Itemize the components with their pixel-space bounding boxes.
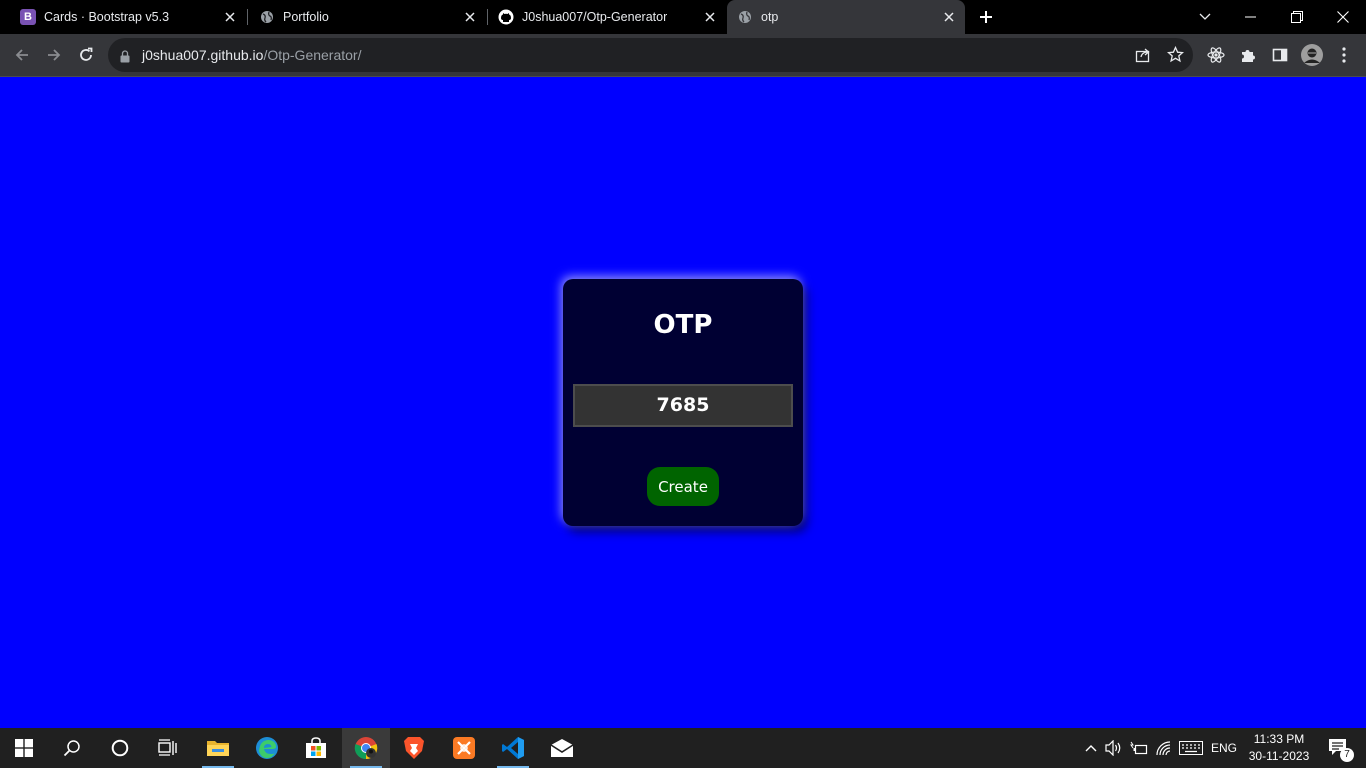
chevron-down-icon: [1199, 13, 1211, 20]
windows-start-icon: [15, 739, 33, 757]
tab-title: J0shua007/Otp-Generator: [522, 10, 668, 24]
chrome-menu-button[interactable]: [1329, 40, 1359, 70]
tab-title: Portfolio: [283, 10, 329, 24]
close-tab-icon[interactable]: [702, 9, 718, 25]
restore-button[interactable]: [1274, 0, 1320, 34]
windows-taskbar: ENG 11:33 PM 30-11-2023 7: [0, 728, 1366, 768]
file-explorer-icon: [207, 741, 229, 756]
arrow-left-icon: [15, 49, 28, 61]
url-text[interactable]: j0shua007.github.io/Otp-Generator/: [142, 47, 361, 63]
vscode-taskbar-button[interactable]: [489, 728, 537, 768]
browser-toolbar: j0shua007.github.io/Otp-Generator/: [0, 34, 1366, 76]
url-host: j0shua007.github.io: [142, 47, 264, 63]
side-panel-button[interactable]: [1265, 40, 1295, 70]
bookmark-star-icon[interactable]: [1166, 45, 1185, 67]
url-path: /Otp-Generator/: [263, 47, 362, 63]
taskbar-search-button[interactable]: [48, 728, 96, 768]
avatar-icon: [1301, 44, 1323, 66]
battery-charging-icon: [1130, 741, 1148, 755]
tab-github-otp-generator[interactable]: J0shua007/Otp-Generator: [488, 0, 726, 34]
notification-count-badge: 7: [1340, 748, 1354, 762]
tab-otp[interactable]: otp: [727, 0, 965, 34]
tab-title: Cards · Bootstrap v5.3: [44, 10, 170, 24]
keyboard-icon: [1179, 741, 1203, 755]
browser-tab-strip: B Cards · Bootstrap v5.3 Portfolio J0shu…: [0, 0, 1366, 34]
close-tab-icon[interactable]: [462, 9, 478, 25]
restore-icon: [1291, 11, 1303, 23]
chrome-icon: [354, 737, 378, 760]
wifi-icon: [1156, 741, 1171, 756]
minimize-button[interactable]: [1228, 0, 1274, 34]
taskbar-clock[interactable]: 11:33 PM 30-11-2023: [1244, 731, 1314, 765]
tab-search-button[interactable]: [1182, 0, 1228, 34]
close-tab-icon[interactable]: [941, 9, 957, 25]
cortana-button[interactable]: [96, 728, 144, 768]
close-window-button[interactable]: [1320, 0, 1366, 34]
file-explorer-taskbar-button[interactable]: [194, 728, 242, 768]
plus-icon: [980, 11, 992, 23]
otp-title: OTP: [653, 310, 713, 340]
speaker-icon: [1105, 740, 1121, 756]
profile-avatar[interactable]: [1297, 40, 1327, 70]
brave-taskbar-button[interactable]: [390, 728, 438, 768]
share-icon[interactable]: [1135, 47, 1151, 67]
task-view-button[interactable]: [144, 728, 192, 768]
xampp-taskbar-button[interactable]: [440, 728, 488, 768]
xampp-icon: [453, 737, 475, 759]
reload-button[interactable]: [71, 40, 101, 70]
puzzle-icon: [1242, 50, 1255, 62]
mail-icon: [550, 739, 574, 757]
cortana-icon: [111, 739, 129, 757]
new-tab-button[interactable]: [972, 5, 1000, 29]
volume-button[interactable]: [1104, 728, 1124, 768]
bootstrap-icon: B: [20, 9, 36, 25]
touch-keyboard-button[interactable]: [1178, 728, 1204, 768]
network-button[interactable]: [1154, 728, 1174, 768]
mail-taskbar-button[interactable]: [538, 728, 586, 768]
otp-card: OTP 7685 Create: [563, 279, 803, 526]
forward-button[interactable]: [39, 40, 69, 70]
task-view-icon: [158, 739, 177, 756]
back-button[interactable]: [7, 40, 37, 70]
store-icon: [306, 737, 326, 758]
action-center-button[interactable]: 7: [1318, 728, 1362, 768]
react-icon: [1207, 47, 1225, 63]
lock-icon[interactable]: [120, 48, 130, 67]
create-button[interactable]: Create: [647, 467, 719, 506]
show-hidden-icons-button[interactable]: [1082, 728, 1100, 768]
bootstrap-logo-letter: B: [20, 9, 36, 25]
address-bar[interactable]: j0shua007.github.io/Otp-Generator/: [108, 38, 1193, 72]
edge-taskbar-button[interactable]: [243, 728, 291, 768]
start-button[interactable]: [0, 728, 48, 768]
battery-button[interactable]: [1129, 728, 1149, 768]
side-panel-icon: [1272, 48, 1288, 62]
brave-icon: [404, 737, 424, 759]
globe-icon: [259, 9, 275, 25]
edge-icon: [256, 737, 278, 759]
store-taskbar-button[interactable]: [292, 728, 340, 768]
react-devtools-extension[interactable]: [1201, 40, 1231, 70]
clock-time: 11:33 PM: [1253, 732, 1305, 746]
input-language-indicator[interactable]: ENG: [1208, 728, 1240, 768]
vscode-icon: [502, 737, 524, 759]
chevron-up-icon: [1085, 745, 1097, 752]
tab-bootstrap-cards[interactable]: B Cards · Bootstrap v5.3: [0, 0, 246, 34]
otp-page: OTP 7685 Create: [0, 77, 1366, 728]
search-icon: [63, 740, 80, 757]
reload-icon: [80, 47, 93, 61]
clock-date: 30-11-2023: [1248, 749, 1310, 763]
tab-title: otp: [761, 10, 779, 24]
github-icon: [498, 9, 514, 25]
kebab-menu-icon: [1342, 47, 1346, 63]
extensions-button[interactable]: [1233, 40, 1263, 70]
otp-value-display: 7685: [573, 384, 793, 427]
minimize-icon: [1245, 16, 1256, 18]
close-tab-icon[interactable]: [222, 9, 238, 25]
tab-portfolio[interactable]: Portfolio: [248, 0, 486, 34]
arrow-right-icon: [48, 49, 61, 61]
chrome-taskbar-button[interactable]: [342, 728, 390, 768]
globe-icon: [737, 9, 753, 25]
close-icon: [1337, 11, 1349, 23]
